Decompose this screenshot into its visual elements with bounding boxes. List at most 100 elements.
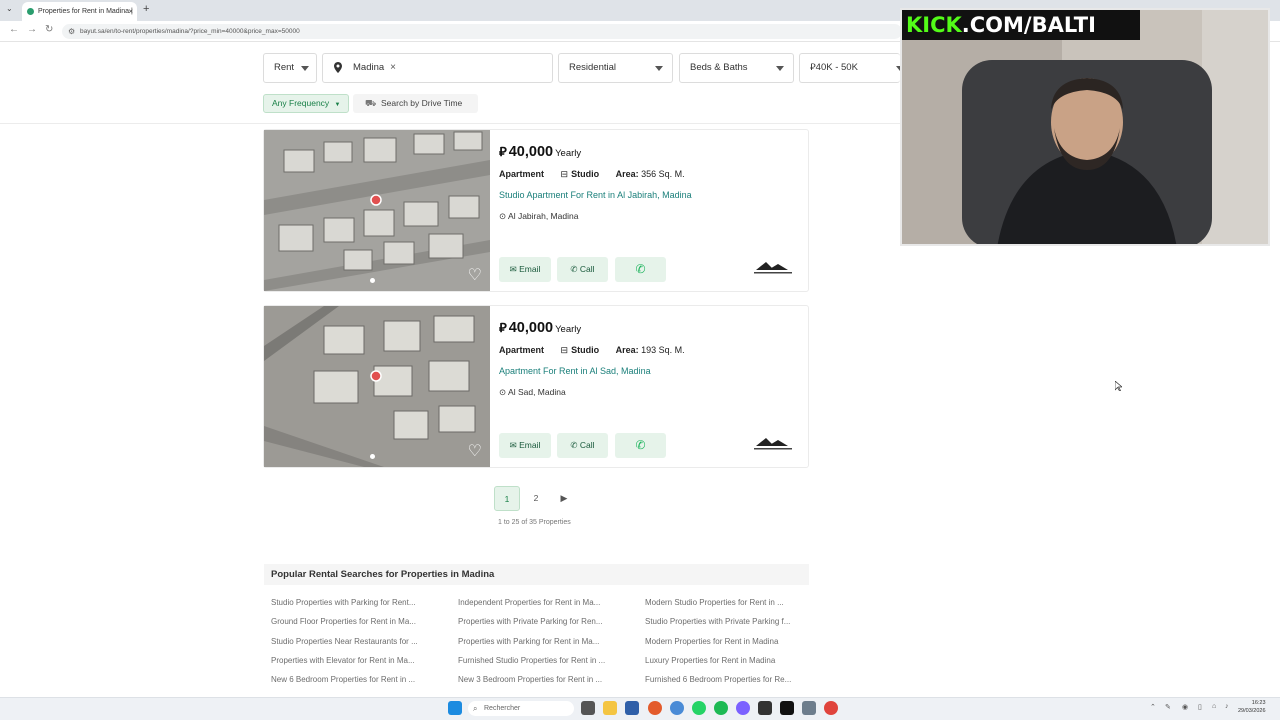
reload-icon[interactable]: ↻ — [45, 24, 53, 35]
property-type: Apartment — [499, 169, 545, 179]
currency-icon: ⃁ — [499, 144, 507, 159]
listing-meta: Apartment ⊟ Studio Area: 193 Sq. M. — [499, 345, 713, 356]
favorite-heart-icon[interactable]: ♡ — [468, 265, 482, 285]
location-pin-icon: ⊙ — [499, 211, 507, 221]
price-value: 40,000 — [508, 144, 554, 160]
phone-icon: ✆ — [570, 440, 578, 450]
price-select[interactable]: ⃁40K - 50K — [799, 53, 904, 83]
email-button[interactable]: ✉ Email — [499, 433, 551, 458]
frequency-select[interactable]: Any Frequency ▼ — [263, 94, 349, 113]
popular-link[interactable]: Luxury Properties for Rent in Madina — [645, 656, 805, 665]
beds-baths-select[interactable]: Beds & Baths — [679, 53, 794, 83]
taskbar-search[interactable]: ⌕ Rechercher — [468, 701, 574, 716]
carousel-dot[interactable] — [370, 454, 375, 459]
listing-location: ⊙ Al Jabirah, Madina — [499, 211, 578, 222]
file-explorer-icon[interactable] — [603, 701, 617, 715]
whatsapp-taskbar-icon[interactable] — [692, 701, 706, 715]
spotify-icon[interactable] — [714, 701, 728, 715]
currency-icon: ⃁ — [499, 320, 507, 335]
tray-chevron-icon[interactable]: ⌃ — [1150, 703, 1156, 711]
kick-url-text: .COM/BALTI — [961, 13, 1096, 37]
chip-remove-icon[interactable]: × — [390, 62, 396, 73]
task-view-icon[interactable] — [581, 701, 595, 715]
next-page-icon[interactable]: ▶ — [551, 486, 577, 511]
listing-map-image[interactable]: ♡ — [264, 306, 490, 467]
property-type: Apartment — [499, 345, 545, 355]
tab-close-icon[interactable]: × — [128, 2, 133, 21]
popular-link[interactable]: New 6 Bedroom Properties for Rent in ... — [271, 675, 431, 684]
volume-icon[interactable]: ♪ — [1225, 703, 1229, 710]
page-2-button[interactable]: 2 — [523, 486, 549, 511]
purpose-select[interactable]: Rent — [263, 53, 317, 83]
listing-card[interactable]: ♡ ⃁ 40,000 Yearly Apartment ⊟ Studio Area: … — [263, 305, 809, 468]
whatsapp-button[interactable]: ✆ — [615, 257, 666, 282]
bed-icon: ⊟ — [560, 345, 569, 355]
popular-link[interactable]: Studio Properties Near Restaurants for .… — [271, 637, 431, 646]
app-icon[interactable] — [625, 701, 639, 715]
popular-link[interactable]: Properties with Elevator for Rent in Ma.… — [271, 656, 431, 665]
agency-logo[interactable] — [752, 436, 794, 452]
listing-map-image[interactable]: ♡ — [264, 130, 490, 291]
location-search-input[interactable]: Madina × — [322, 53, 553, 83]
popular-link[interactable]: Modern Studio Properties for Rent in ... — [645, 598, 805, 607]
popular-searches-heading: Popular Rental Searches for Properties i… — [264, 564, 809, 585]
area-value: 193 Sq. M. — [641, 345, 685, 355]
agency-logo[interactable] — [752, 260, 794, 276]
clock-time: 16:23 — [1251, 700, 1266, 706]
call-button[interactable]: ✆ Call — [557, 257, 608, 282]
carousel-dot[interactable] — [370, 278, 375, 283]
popular-link[interactable]: Independent Properties for Rent in Ma... — [458, 598, 618, 607]
popular-link[interactable]: Properties with Parking for Rent in Ma..… — [458, 637, 618, 646]
tray-icon[interactable]: ✎ — [1165, 703, 1171, 711]
popular-link[interactable]: Ground Floor Properties for Rent in Ma..… — [271, 617, 431, 626]
location-chip: Madina × — [353, 54, 396, 82]
whatsapp-button[interactable]: ✆ — [615, 433, 666, 458]
tab-search-icon[interactable]: ⌄ — [6, 4, 13, 13]
tray-icon[interactable]: ◉ — [1182, 703, 1188, 711]
category-value: Residential — [569, 62, 616, 73]
webcam-overlay — [900, 8, 1270, 246]
address-bar[interactable]: ⚙ bayut.sa/en/to-rent/properties/madina/… — [62, 24, 902, 39]
chrome-icon[interactable] — [824, 701, 838, 715]
kick-logo-text: KICK — [906, 13, 962, 37]
category-select[interactable]: Residential — [558, 53, 673, 83]
popular-link[interactable]: Furnished 6 Bedroom Properties for Re... — [645, 675, 805, 684]
bedrooms: Studio — [571, 169, 600, 179]
page-1-button[interactable]: 1 — [494, 486, 520, 511]
start-icon[interactable] — [448, 701, 462, 715]
listing-title-link[interactable]: Apartment For Rent in Al Sad, Madina — [499, 366, 651, 376]
email-button[interactable]: ✉ Email — [499, 257, 551, 282]
popular-link[interactable]: New 3 Bedroom Properties for Rent in ... — [458, 675, 618, 684]
back-icon[interactable]: ← — [9, 24, 19, 35]
popular-link[interactable]: Furnished Studio Properties for Rent in … — [458, 656, 618, 665]
brave-icon[interactable] — [648, 701, 662, 715]
popular-link[interactable]: Studio Properties with Parking for Rent.… — [271, 598, 431, 607]
popular-link[interactable]: Properties with Private Parking for Ren.… — [458, 617, 618, 626]
chevron-down-icon — [655, 66, 663, 71]
listing-card[interactable]: ♡ ⃁ 40,000 Yearly Apartment ⊟ Studio Area: … — [263, 129, 809, 292]
app-icon[interactable] — [758, 701, 772, 715]
email-label: Email — [519, 264, 541, 274]
price-period: Yearly — [555, 148, 582, 159]
call-label: Call — [579, 440, 595, 450]
call-button[interactable]: ✆ Call — [557, 433, 608, 458]
favorite-heart-icon[interactable]: ♡ — [468, 441, 482, 461]
app-icon[interactable] — [802, 701, 816, 715]
new-tab-icon[interactable]: + — [143, 3, 149, 15]
site-info-icon[interactable]: ⚙ — [68, 24, 75, 39]
listing-title-link[interactable]: Studio Apartment For Rent in Al Jabirah,… — [499, 190, 692, 200]
url-text: bayut.sa/en/to-rent/properties/madina/?p… — [80, 28, 300, 35]
notion-icon[interactable] — [780, 701, 794, 715]
chrome-profile-icon[interactable] — [670, 701, 684, 715]
app-icon[interactable] — [736, 701, 750, 715]
drive-time-button[interactable]: ⛟ Search by Drive Time — [353, 94, 478, 113]
wifi-icon[interactable]: ⌂ — [1212, 703, 1216, 710]
bed-icon: ⊟ — [560, 169, 569, 179]
tray-icon[interactable]: ▯ — [1198, 703, 1202, 711]
browser-tab[interactable]: Properties for Rent in Madina | × — [22, 2, 137, 21]
location-pin-icon: ⊙ — [499, 387, 507, 397]
popular-link[interactable]: Studio Properties with Private Parking f… — [645, 617, 805, 626]
forward-icon[interactable]: → — [27, 24, 37, 35]
taskbar-clock[interactable]: 16:23 29/03/2026 — [1238, 699, 1266, 715]
popular-link[interactable]: Modern Properties for Rent in Madina — [645, 637, 805, 646]
